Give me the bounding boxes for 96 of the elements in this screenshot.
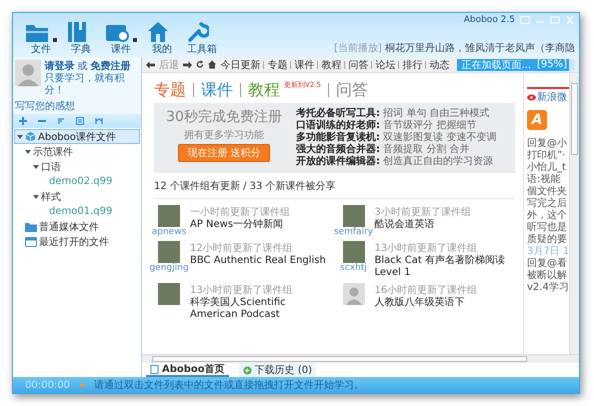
- expander-icon[interactable]: [25, 148, 31, 154]
- or-text: 或: [77, 60, 88, 73]
- register-link[interactable]: 免费注册: [90, 59, 130, 73]
- weibo-text: 语:视能: [527, 174, 562, 186]
- weibo-text: 打印机”·: [527, 150, 566, 162]
- login-link[interactable]: 请登录: [44, 59, 74, 73]
- weibo-text: 被断以解: [527, 270, 568, 282]
- tree-item[interactable]: 样式: [30, 189, 140, 204]
- weibo-text: 3月7日 1: [527, 246, 569, 258]
- back-arrow-icon[interactable]: [146, 60, 156, 68]
- feature-text: 口语训练的好老师: 音节级评分 把握细节: [296, 120, 478, 131]
- update-time: 13小时前更新了课件组: [374, 242, 478, 254]
- expander-icon[interactable]: [17, 134, 23, 140]
- app-logo: A: [527, 110, 547, 130]
- course-title[interactable]: 科学美国人Scientific American Podcast: [190, 297, 330, 321]
- refresh-icon[interactable]: [196, 60, 204, 69]
- course-title[interactable]: 人教版八年级英语下: [374, 297, 478, 309]
- course-title[interactable]: 酷说会道英语: [374, 219, 471, 231]
- expander-icon[interactable]: [33, 164, 39, 170]
- feature-text: 考托必备听写工具: 招词 单句 自由三种模式: [296, 108, 491, 120]
- promo-title: 30秒完成免费注册: [166, 108, 282, 126]
- download-icon: [242, 366, 252, 374]
- stats-text: 12 个课件组有更新 / 33 个新课件被分享: [154, 173, 515, 199]
- eye-icon: [527, 94, 536, 100]
- sort-icon[interactable]: [57, 117, 65, 125]
- update-time: 一小时前更新了课件组: [190, 206, 290, 218]
- toolbar-button[interactable]: 字典: [63, 21, 99, 55]
- toolbar-button[interactable]: 我的: [143, 21, 181, 55]
- bullet-icon: [80, 383, 84, 387]
- status-message: 请通过双击文件列表中的文件或直接拖拽打开文件开始学习。: [94, 378, 364, 392]
- home-icon[interactable]: [208, 60, 216, 69]
- weibo-text: v2.4学习: [527, 282, 569, 294]
- home-icon: [147, 21, 169, 43]
- loading-text: 正在加载页面...: [461, 58, 531, 72]
- nav-link[interactable]: 排行: [402, 58, 422, 72]
- weibo-text: 回复@看: [527, 258, 568, 270]
- expander-icon[interactable]: [33, 194, 39, 200]
- tree-item[interactable]: 示范课件: [22, 144, 140, 159]
- wrench-icon: [187, 21, 209, 43]
- cube-icon: [25, 131, 36, 142]
- tagline-text: 只要学习，就有积分！: [44, 73, 126, 97]
- update-time: 13小时前更新了课件组: [190, 284, 294, 296]
- now-playing-text: [当前播放] 桐花万里丹山路，雏凤清于老凤声（李商隐: [334, 42, 575, 55]
- nav-link[interactable]: 专题: [267, 58, 288, 72]
- plus-icon[interactable]: [19, 117, 27, 125]
- weibo-text: 個文件夹: [527, 186, 568, 198]
- feature-text: 多功能影音复读机: 双速影图复读 变速不变调: [296, 132, 498, 143]
- weibo-text: 回复@小: [527, 138, 568, 150]
- page-tab[interactable]: 下载历史 (0): [238, 363, 316, 377]
- feature-text: 强大的音频合并器: 音频提取 分割 合并: [296, 144, 471, 156]
- section-link[interactable]: 课件: [201, 80, 233, 100]
- nav-link[interactable]: 动态: [429, 58, 450, 72]
- course-title[interactable]: BBC Authentic Real English: [190, 255, 326, 267]
- feedback-link[interactable]: 写写您的感想: [13, 99, 141, 114]
- window-title: Aboboo 2.5: [464, 15, 515, 25]
- avatar-silhouette: [15, 59, 42, 87]
- nav-link[interactable]: 论坛: [375, 58, 396, 72]
- toolbar-button[interactable]: 课件: [101, 23, 141, 55]
- loading-percent: [95%]: [536, 59, 568, 70]
- forward-arrow-icon[interactable]: [183, 60, 192, 68]
- vertical-scrollbar[interactable]: [569, 73, 579, 354]
- folder-icon: [25, 23, 49, 43]
- playback-time: 00:00:00: [25, 380, 70, 390]
- weibo-text: 质疑的要: [527, 234, 568, 246]
- nav-link[interactable]: 教程: [321, 58, 342, 72]
- tree-item[interactable]: 口语: [30, 159, 140, 174]
- tree-item[interactable]: 普通媒体文件: [14, 219, 140, 234]
- toolbar-button[interactable]: 文件: [21, 23, 61, 55]
- weibo-text: 听写也是: [527, 222, 568, 234]
- course-title[interactable]: Black Cat 有声名著阶梯阅读 Level 1: [374, 255, 515, 279]
- nav-link[interactable]: 问答: [348, 58, 368, 72]
- weibo-text: 写完之后: [527, 198, 568, 210]
- weibo-text: 外，这个: [527, 210, 568, 222]
- update-time: 12小时前更新了课件组: [190, 242, 294, 255]
- book-icon: [67, 21, 87, 43]
- folder-icon: [25, 222, 37, 232]
- weibo-title[interactable]: 新浪微: [537, 90, 567, 104]
- nav-link[interactable]: 今日更新: [220, 58, 260, 72]
- update-time: 16小时前更新了课件组: [374, 284, 478, 296]
- minus-icon[interactable]: [38, 117, 46, 125]
- tree-item[interactable]: 最近打开的文件: [14, 234, 140, 249]
- nav-link[interactable]: 课件: [294, 58, 314, 72]
- horizontal-scrollbar[interactable]: [142, 354, 579, 363]
- tree-item[interactable]: Aboboo课件文件: [14, 129, 140, 144]
- weibo-text: 小怡儿_t: [527, 162, 567, 174]
- course-title[interactable]: AP News一分钟新闻: [190, 219, 290, 231]
- page-tab[interactable]: Aboboo首页: [146, 363, 229, 377]
- update-time: 3小时前更新了课件组: [374, 206, 471, 218]
- feature-text: 开放的课件编辑器: 创造真正自由的学习资源: [296, 156, 494, 168]
- section-link[interactable]: 问答: [336, 80, 368, 100]
- page-icon: [150, 364, 159, 374]
- card-icon: [105, 23, 129, 43]
- toolbar-button[interactable]: 工具箱: [183, 21, 221, 55]
- promo-subtitle: 拥有更多学习功能: [184, 128, 264, 142]
- list-icon[interactable]: [76, 117, 84, 125]
- calendar-icon: [25, 236, 37, 247]
